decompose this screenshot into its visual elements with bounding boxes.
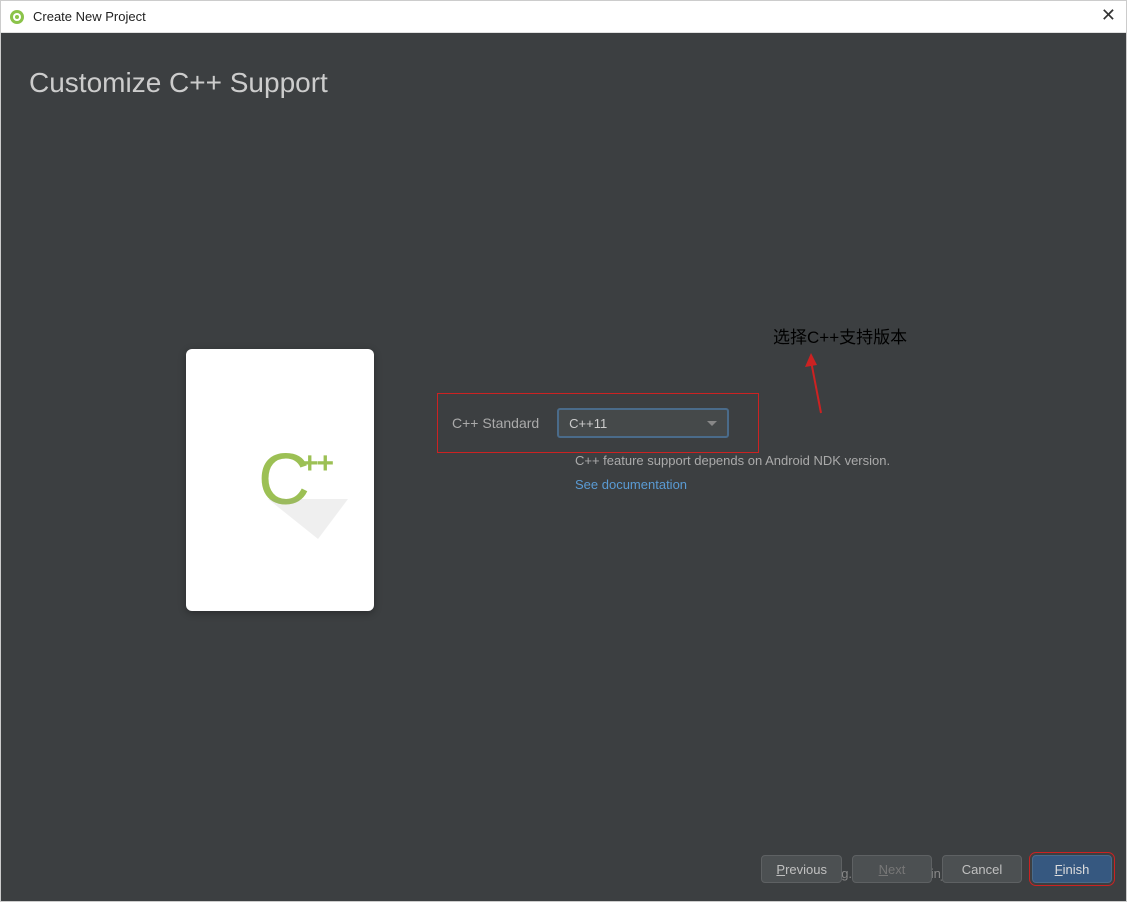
finish-button[interactable]: Finish — [1032, 855, 1112, 883]
dropdown-value: C++11 — [569, 416, 607, 431]
annotation-arrow-icon — [801, 353, 841, 423]
documentation-link[interactable]: See documentation — [575, 477, 687, 492]
window-title: Create New Project — [33, 9, 146, 24]
cpp-logo-card: C++ — [186, 349, 374, 611]
cpp-logo-icon: C++ — [258, 439, 302, 521]
help-text: C++ feature support depends on Android N… — [575, 453, 890, 468]
next-button: Next — [852, 855, 932, 883]
previous-label: revious — [785, 862, 827, 877]
chevron-down-icon — [707, 421, 717, 426]
cpp-standard-label: C++ Standard — [452, 415, 539, 431]
titlebar: Create New Project ✕ — [1, 1, 1126, 33]
annotation-text: 选择C++支持版本 — [773, 323, 907, 348]
app-icon — [9, 9, 25, 25]
page-heading: Customize C++ Support — [1, 33, 1126, 99]
previous-button[interactable]: Previous — [761, 855, 842, 883]
main-content: Customize C++ Support C++ 选择C++支持版本 C++ … — [1, 33, 1126, 901]
cancel-label: Cancel — [962, 862, 1002, 877]
next-label: ext — [888, 862, 905, 877]
footer-buttons: Previous Next Cancel Finish — [761, 855, 1112, 883]
finish-label: inish — [1063, 862, 1090, 877]
cpp-standard-dropdown[interactable]: C++11 — [557, 408, 729, 438]
close-icon[interactable]: ✕ — [1101, 5, 1116, 26]
cpp-standard-row: C++ Standard C++11 — [437, 393, 759, 453]
cancel-button[interactable]: Cancel — [942, 855, 1022, 883]
